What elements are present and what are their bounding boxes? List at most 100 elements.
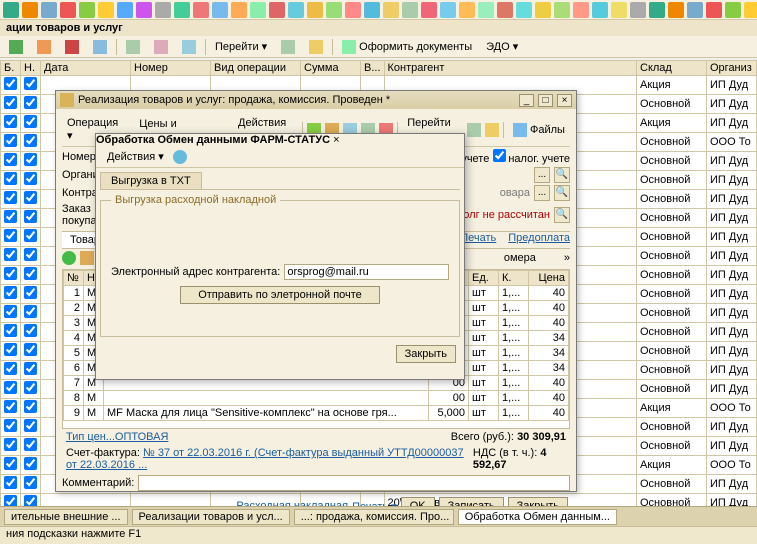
toolbar-icon[interactable] <box>117 2 133 18</box>
row-check[interactable] <box>24 362 37 375</box>
row-check[interactable] <box>4 324 17 337</box>
toolbar-icon[interactable] <box>467 123 481 137</box>
toolbar-icon[interactable] <box>60 2 76 18</box>
col-number[interactable]: Номер <box>131 61 211 76</box>
row-check[interactable] <box>24 400 37 413</box>
row-check[interactable] <box>24 77 37 90</box>
col-sum[interactable]: Сумма <box>301 61 361 76</box>
toolbar-icon[interactable] <box>649 2 665 18</box>
table-row[interactable]: 9MMF Маска для лица "Sensitive-комплекс"… <box>64 406 569 421</box>
select-btn[interactable]: ... <box>534 185 550 201</box>
toolbar-icon[interactable] <box>497 2 513 18</box>
toolbar-icon[interactable] <box>231 2 247 18</box>
toolbar-icon[interactable] <box>440 2 456 18</box>
toolbar-icon[interactable] <box>554 2 570 18</box>
toolbar-icon[interactable] <box>136 2 152 18</box>
col-n[interactable]: Н. <box>21 61 41 76</box>
tab-print[interactable]: Печать <box>460 232 496 248</box>
col-b[interactable]: Б. <box>1 61 21 76</box>
row-check[interactable] <box>24 172 37 185</box>
row-check[interactable] <box>24 210 37 223</box>
row-check[interactable] <box>24 324 37 337</box>
window-titlebar[interactable]: Реализация товаров и услуг: продажа, ком… <box>56 91 576 109</box>
row-check[interactable] <box>4 305 17 318</box>
nalog-checkbox[interactable] <box>493 149 506 162</box>
search-icon[interactable]: 🔍 <box>554 185 570 201</box>
toolbar-icon[interactable] <box>3 2 19 18</box>
toolbar-icon[interactable] <box>212 2 228 18</box>
toolbar-icon[interactable] <box>383 2 399 18</box>
toolbar-icon[interactable] <box>269 2 285 18</box>
toolbar-icon[interactable] <box>744 2 757 18</box>
toolbar-icon[interactable] <box>459 2 475 18</box>
toolbar-icon[interactable] <box>516 2 532 18</box>
row-check[interactable] <box>4 191 17 204</box>
row-check[interactable] <box>24 248 37 261</box>
action-btn[interactable] <box>304 38 328 56</box>
row-check[interactable] <box>4 77 17 90</box>
row-check[interactable] <box>24 457 37 470</box>
search-icon[interactable]: 🔍 <box>554 207 570 223</box>
row-check[interactable] <box>24 476 37 489</box>
row-check[interactable] <box>4 476 17 489</box>
close-btn[interactable]: × <box>557 94 572 107</box>
help-icon[interactable] <box>173 150 187 164</box>
action-btn[interactable] <box>60 38 84 56</box>
col-v[interactable]: В... <box>361 61 385 76</box>
row-check[interactable] <box>4 438 17 451</box>
row-check[interactable] <box>24 115 37 128</box>
toolbar-icon[interactable] <box>364 2 380 18</box>
toolbar-icon[interactable] <box>326 2 342 18</box>
row-check[interactable] <box>24 153 37 166</box>
row-check[interactable] <box>24 305 37 318</box>
col-k[interactable]: К. <box>499 271 529 286</box>
select-btn[interactable]: ... <box>534 167 550 183</box>
action-btn[interactable] <box>32 38 56 56</box>
toolbar-icon[interactable] <box>288 2 304 18</box>
row-check[interactable] <box>4 286 17 299</box>
row-check[interactable] <box>24 191 37 204</box>
col-warehouse[interactable]: Склад <box>637 61 707 76</box>
col-n[interactable]: № <box>64 271 84 286</box>
row-check[interactable] <box>24 381 37 394</box>
toolbar-icon[interactable] <box>668 2 684 18</box>
toolbar-icon[interactable] <box>307 2 323 18</box>
toolbar-icon[interactable] <box>193 2 209 18</box>
send-email-button[interactable]: Отправить по элетронной почте <box>180 286 380 304</box>
toolbar-icon[interactable] <box>402 2 418 18</box>
task-item[interactable]: Обработка Обмен данным... <box>458 509 617 525</box>
toolbar-icon[interactable] <box>41 2 57 18</box>
task-item[interactable]: ...: продажа, комиссия. Про... <box>294 509 454 525</box>
maximize-btn[interactable]: □ <box>538 94 553 107</box>
row-check[interactable] <box>24 229 37 242</box>
row-check[interactable] <box>24 96 37 109</box>
files-btn[interactable]: Файлы <box>508 121 570 139</box>
toolbar-icon[interactable] <box>80 251 94 265</box>
row-check[interactable] <box>24 419 37 432</box>
row-check[interactable] <box>4 115 17 128</box>
action-btn[interactable] <box>4 38 28 56</box>
tab-numbers[interactable]: омера <box>504 252 536 264</box>
row-check[interactable] <box>24 134 37 147</box>
col-price[interactable]: Цена <box>529 271 569 286</box>
row-check[interactable] <box>4 343 17 356</box>
tab-export-txt[interactable]: Выгрузка в TXT <box>100 172 202 189</box>
row-check[interactable] <box>24 286 37 299</box>
toolbar-icon[interactable] <box>485 123 499 137</box>
toolbar-icon[interactable] <box>22 2 38 18</box>
more-icon[interactable]: » <box>564 252 570 264</box>
row-check[interactable] <box>4 362 17 375</box>
row-check[interactable] <box>4 419 17 432</box>
action-btn[interactable] <box>121 38 145 56</box>
row-check[interactable] <box>4 172 17 185</box>
row-check[interactable] <box>4 381 17 394</box>
col-date[interactable]: Дата <box>41 61 131 76</box>
row-check[interactable] <box>4 210 17 223</box>
col-org[interactable]: Организ <box>707 61 757 76</box>
col-ed[interactable]: Ед. <box>469 271 499 286</box>
row-check[interactable] <box>4 153 17 166</box>
row-check[interactable] <box>4 134 17 147</box>
email-input[interactable] <box>284 264 449 280</box>
col-op[interactable]: Вид операции <box>211 61 301 76</box>
row-check[interactable] <box>4 96 17 109</box>
